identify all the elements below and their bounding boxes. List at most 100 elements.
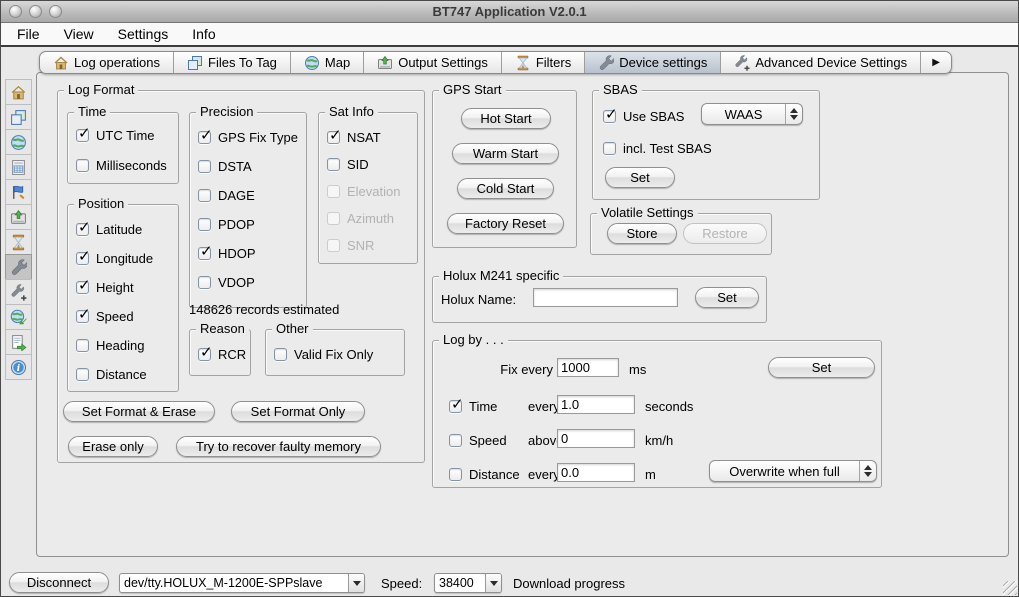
- tab-log-operations[interactable]: Log operations: [40, 52, 174, 73]
- sidebar-item-device-settings[interactable]: [5, 254, 32, 280]
- tab-label: Advanced Device Settings: [755, 55, 907, 70]
- sidebar-item-output-settings[interactable]: [5, 204, 32, 230]
- checkbox-gps-fix-type[interactable]: GPS Fix Type: [198, 129, 298, 145]
- checkbox-rcr[interactable]: RCR: [198, 346, 246, 362]
- log-by-set-button[interactable]: Set: [768, 357, 875, 378]
- set-format-erase-button[interactable]: Set Format & Erase: [63, 401, 215, 422]
- hourglass-icon: [10, 234, 27, 251]
- sidebar-item-map[interactable]: [5, 129, 32, 155]
- sidebar-item-log-operations[interactable]: [5, 79, 32, 105]
- sidebar-item-report[interactable]: [5, 154, 32, 180]
- menu-file[interactable]: File: [5, 26, 52, 42]
- checkbox-box: [327, 212, 340, 225]
- checkbox-longitude[interactable]: Longitude: [76, 250, 153, 266]
- tab-device-settings[interactable]: Device settings: [585, 52, 721, 73]
- checkbox-dsta[interactable]: DSTA: [198, 158, 252, 174]
- group-title: SBAS: [599, 82, 642, 97]
- minimize-button[interactable]: [29, 5, 42, 18]
- factory-reset-button[interactable]: Factory Reset: [447, 213, 564, 234]
- sidebar-item-filters[interactable]: [5, 229, 32, 255]
- checkbox-label: HDOP: [218, 246, 256, 261]
- sidebar-item-convert[interactable]: [5, 329, 32, 355]
- checkbox-label: SID: [347, 157, 369, 172]
- checkbox-vdop[interactable]: VDOP: [198, 274, 255, 290]
- checkbox-distance[interactable]: Distance: [76, 366, 147, 382]
- position-group: Position Latitude Longitude Height Speed…: [67, 204, 179, 392]
- speed-select[interactable]: 38400: [434, 573, 502, 593]
- set-format-only-button[interactable]: Set Format Only: [231, 401, 365, 422]
- checkbox-box: [198, 131, 211, 144]
- menu-info[interactable]: Info: [180, 26, 227, 42]
- distance-every-input[interactable]: [557, 463, 635, 482]
- speed-above-input[interactable]: [557, 429, 635, 448]
- checkbox-box: [76, 310, 89, 323]
- precision-group: Precision GPS Fix Type DSTA DAGE PDOP HD…: [189, 112, 307, 308]
- sbas-set-button[interactable]: Set: [605, 167, 675, 188]
- tab-output-settings[interactable]: Output Settings: [364, 52, 502, 73]
- sidebar-item-flag[interactable]: [5, 179, 32, 205]
- checkbox-nsat[interactable]: NSAT: [327, 129, 381, 145]
- checkbox-label: GPS Fix Type: [218, 130, 298, 145]
- time-every-input[interactable]: [557, 395, 635, 414]
- checkbox-heading[interactable]: Heading: [76, 337, 144, 353]
- close-button[interactable]: [9, 5, 22, 18]
- tab-label: Log operations: [74, 55, 160, 70]
- wrench-plus-icon: [734, 55, 750, 71]
- checkbox-latitude[interactable]: Latitude: [76, 221, 142, 237]
- zoom-button[interactable]: [49, 5, 62, 18]
- titlebar[interactable]: BT747 Application V2.0.1: [1, 1, 1018, 23]
- menu-settings[interactable]: Settings: [106, 26, 181, 42]
- checkbox-dage[interactable]: DAGE: [198, 187, 255, 203]
- resize-grip[interactable]: [1003, 581, 1017, 595]
- group-title: Time: [74, 104, 110, 119]
- group-title: Position: [74, 196, 128, 211]
- tab-label: Files To Tag: [208, 55, 277, 70]
- group-title: GPS Start: [439, 82, 506, 97]
- checkbox-speed[interactable]: Speed: [76, 308, 134, 324]
- tab-scroll-right-button[interactable]: ▶: [921, 52, 951, 73]
- port-select[interactable]: dev/tty.HOLUX_M-1200E-SPPslave: [119, 573, 365, 593]
- tab-map[interactable]: Map: [291, 52, 364, 73]
- checkbox-log-by-time[interactable]: Time: [449, 398, 497, 414]
- checkbox-log-by-distance[interactable]: Distance: [449, 466, 520, 482]
- checkbox-hdop[interactable]: HDOP: [198, 245, 256, 261]
- tab-files-to-tag[interactable]: Files To Tag: [174, 52, 291, 73]
- checkbox-pdop[interactable]: PDOP: [198, 216, 255, 232]
- group-title: Sat Info: [325, 104, 378, 119]
- tab-filters[interactable]: Filters: [502, 52, 585, 73]
- sbas-mode-select[interactable]: WAAS: [701, 103, 803, 125]
- checkbox-log-by-speed[interactable]: Speed: [449, 432, 507, 448]
- store-button[interactable]: Store: [607, 223, 677, 244]
- checkbox-box: [327, 131, 340, 144]
- tab-advanced-device-settings[interactable]: Advanced Device Settings: [721, 52, 921, 73]
- disconnect-button[interactable]: Disconnect: [9, 572, 109, 593]
- cold-start-button[interactable]: Cold Start: [457, 178, 554, 199]
- checkbox-milliseconds[interactable]: Milliseconds: [76, 157, 167, 173]
- checkbox-sid[interactable]: SID: [327, 156, 369, 172]
- sidebar-item-files-to-tag[interactable]: [5, 104, 32, 130]
- sidebar-item-download[interactable]: [5, 304, 32, 330]
- checkbox-use-sbas[interactable]: Use SBAS: [603, 108, 684, 124]
- main-area: Log operations Files To Tag Map Output S…: [1, 49, 1018, 596]
- holux-name-input[interactable]: [533, 288, 678, 307]
- warm-start-button[interactable]: Warm Start: [452, 143, 559, 164]
- sidebar-item-info[interactable]: [5, 354, 32, 380]
- memory-full-mode-select[interactable]: Overwrite when full: [709, 460, 877, 482]
- checkbox-label: Milliseconds: [96, 158, 167, 173]
- checkbox-label: Latitude: [96, 222, 142, 237]
- fix-every-input[interactable]: [557, 358, 619, 377]
- checkbox-box: [603, 110, 616, 123]
- checkbox-valid-fix-only[interactable]: Valid Fix Only: [274, 346, 373, 362]
- download-progress-label: Download progress: [513, 576, 625, 591]
- recover-faulty-memory-button[interactable]: Try to recover faulty memory: [176, 436, 381, 457]
- sidebar-item-advanced-device-settings[interactable]: [5, 279, 32, 305]
- erase-only-button[interactable]: Erase only: [68, 436, 158, 457]
- checkbox-incl-test-sbas[interactable]: incl. Test SBAS: [603, 140, 712, 156]
- hot-start-button[interactable]: Hot Start: [461, 108, 551, 129]
- speed-label: Speed:: [381, 576, 422, 591]
- home-icon: [10, 84, 27, 101]
- menu-view[interactable]: View: [52, 26, 106, 42]
- checkbox-utc-time[interactable]: UTC Time: [76, 127, 155, 143]
- holux-set-button[interactable]: Set: [695, 287, 759, 308]
- checkbox-height[interactable]: Height: [76, 279, 134, 295]
